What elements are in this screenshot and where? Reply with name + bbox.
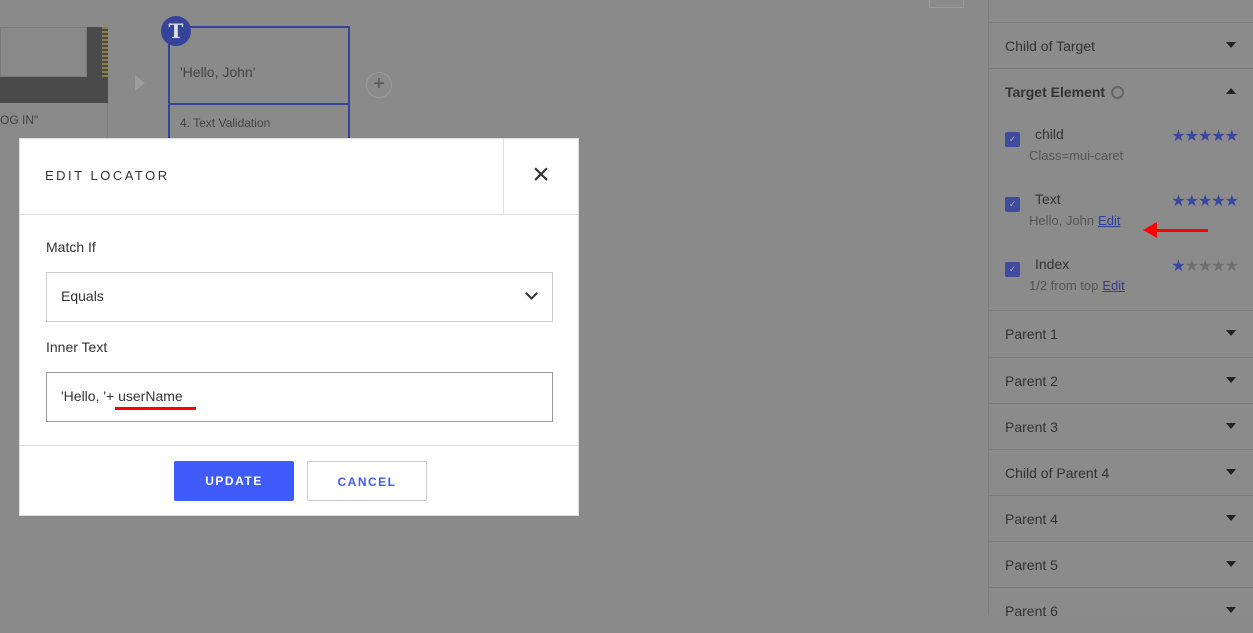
rating-stars: ★★★★★ [1171,258,1239,275]
section-label: Child of Target [1005,38,1096,54]
step-screenshot [0,27,108,103]
annotation-underline [115,407,196,410]
section-parent-5[interactable]: Parent 5 [989,541,1253,587]
text-validation-step-card[interactable]: 'Hello, John' 4. Text Validation [168,26,350,146]
edit-link[interactable]: Edit [1098,213,1120,228]
attribute-value: Class=mui-caret [1029,148,1124,163]
section-label: Child of Parent 4 [1005,465,1110,481]
chevron-down-icon [525,287,538,300]
section-target-element: Target Element ✓ child ★★★★★ Class=mui-c… [989,68,1253,310]
attribute-text: ✓ Text ★★★★★ Hello, John Edit [1005,191,1253,241]
arrow-right-icon [135,75,145,91]
section-label: Target Element [1005,84,1125,100]
caret-down-icon [1226,42,1236,48]
edit-link[interactable]: Edit [1102,278,1124,293]
section-label: Parent 2 [1005,373,1058,389]
previous-step-card[interactable]: OG IN" [0,27,108,139]
caret-down-icon [1226,377,1236,383]
gauge-icon [1111,86,1125,99]
locator-side-panel: Child of Target Target Element ✓ child ★… [988,0,1253,619]
caret-down-icon [1226,515,1236,521]
section-label: Parent 3 [1005,419,1058,435]
annotation-arrow-head [1143,222,1157,238]
close-icon[interactable]: × [503,139,578,214]
attribute-name: Text [1035,191,1061,207]
attribute-name: child [1035,126,1064,142]
update-button[interactable]: UPDATE [174,461,294,501]
attribute-name: Index [1035,256,1070,272]
section-label: Parent 5 [1005,557,1058,573]
attribute-index: ✓ Index ★★★★★ 1/2 from top Edit [1005,256,1253,306]
step-value: 'Hello, John' [180,64,256,80]
section-label: Parent 1 [1005,326,1058,342]
match-if-select[interactable]: Equals [46,272,553,322]
section-label: Parent 6 [1005,603,1058,619]
checkbox[interactable]: ✓ [1005,132,1020,147]
text-type-icon: T [161,16,191,46]
caret-down-icon [1226,561,1236,567]
attribute-child: ✓ child ★★★★★ Class=mui-caret [1005,126,1253,176]
dialog-title: EDIT LOCATOR [45,168,170,183]
add-step-button[interactable]: + [366,72,392,98]
section-parent-6[interactable]: Parent 6 [989,587,1253,633]
caret-up-icon[interactable] [1226,88,1236,94]
toolbar-button[interactable] [929,0,964,8]
checkbox[interactable]: ✓ [1005,262,1020,277]
annotation-arrow [1152,229,1208,232]
inner-text-label: Inner Text [46,339,108,355]
caret-down-icon [1226,330,1236,336]
match-if-label: Match If [46,239,96,255]
section-parent-1[interactable]: Parent 1 [989,310,1253,357]
selected-value: Equals [61,288,104,304]
cancel-button[interactable]: CANCEL [307,461,427,501]
section-label: Parent 4 [1005,511,1058,527]
section-parent-3[interactable]: Parent 3 [989,403,1253,449]
caret-down-icon [1226,607,1236,613]
step-label: 4. Text Validation [180,116,271,130]
section-parent-4[interactable]: Parent 4 [989,495,1253,541]
edit-locator-dialog: EDIT LOCATOR × Match If Equals Inner Tex… [19,138,579,516]
section-child-of-parent-4[interactable]: Child of Parent 4 [989,449,1253,495]
section-parent-2[interactable]: Parent 2 [989,357,1253,403]
checkbox[interactable]: ✓ [1005,197,1020,212]
caret-down-icon [1226,423,1236,429]
attribute-value: Hello, John Edit [1029,213,1121,228]
step-caption: OG IN" [0,113,39,127]
rating-stars: ★★★★★ [1171,128,1239,145]
attribute-value: 1/2 from top Edit [1029,278,1125,293]
rating-stars: ★★★★★ [1171,193,1239,210]
inner-text-input[interactable]: 'Hello, '+ userName [46,372,553,422]
section-child-of-target[interactable]: Child of Target [989,22,1253,68]
caret-down-icon [1226,469,1236,475]
